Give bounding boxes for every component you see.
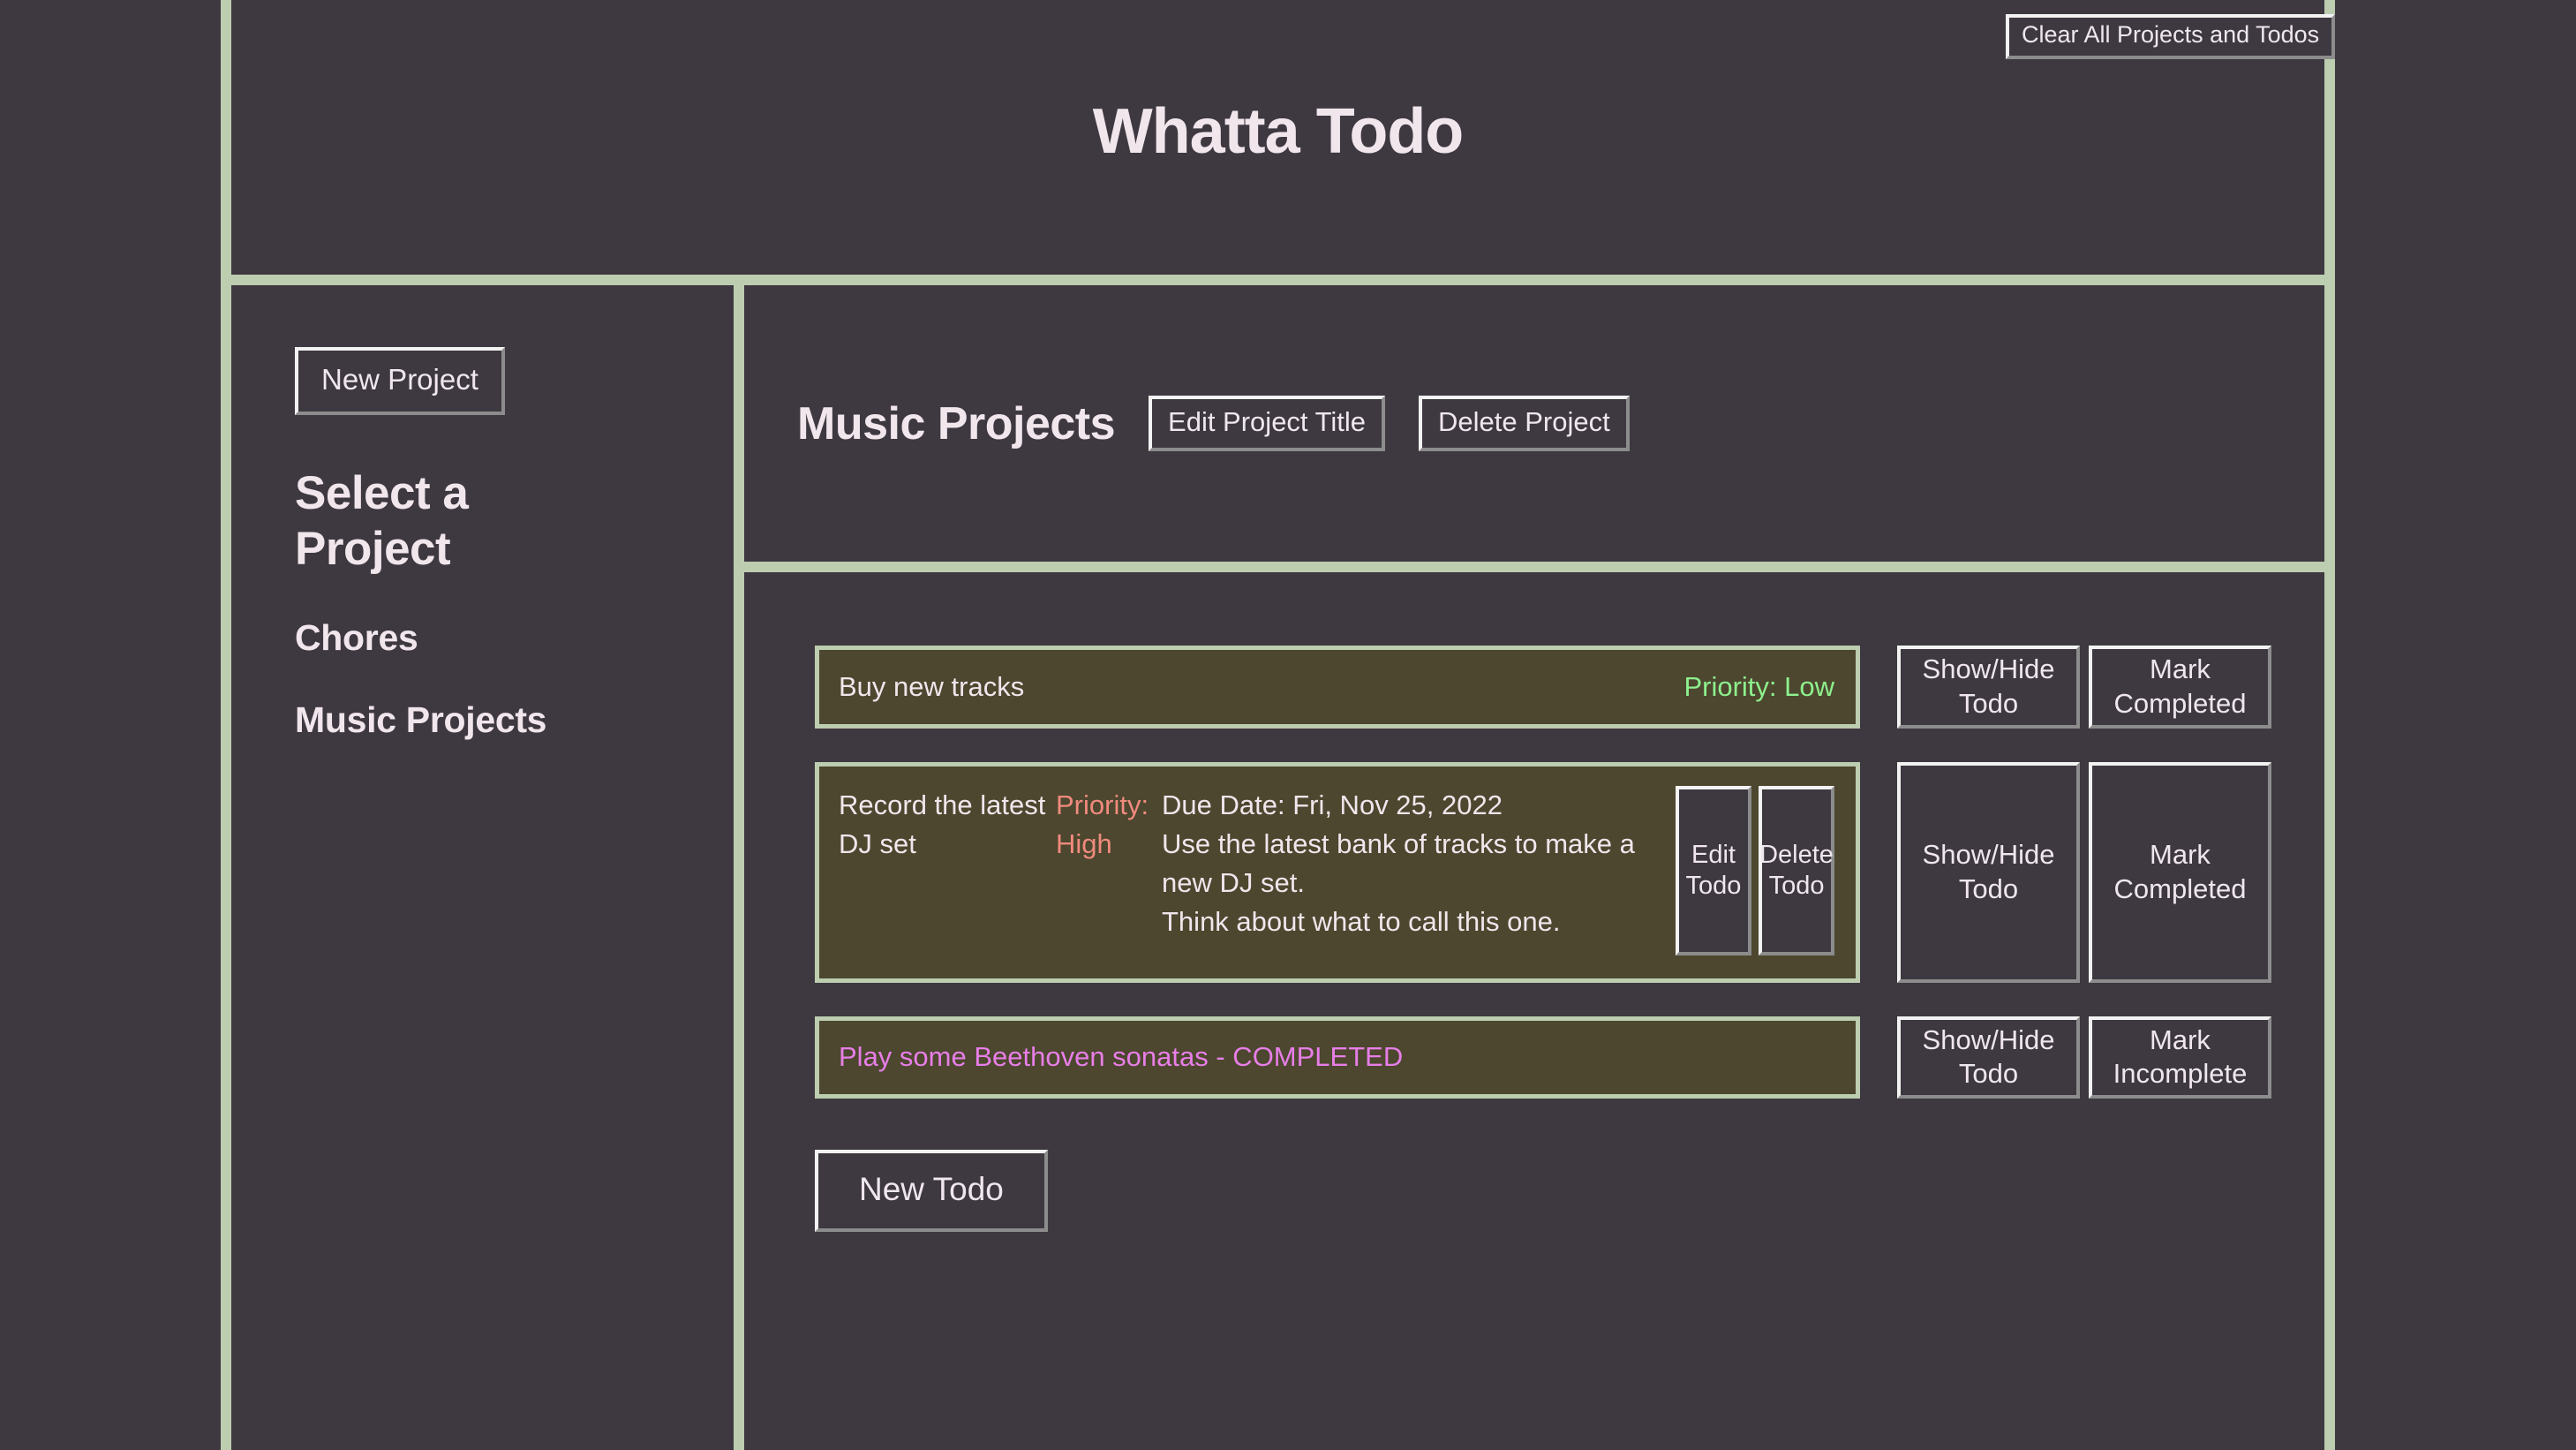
new-todo-button[interactable]: New Todo [815,1150,1048,1232]
todo-title: Buy new tracks [839,670,1025,702]
todo-item-play-some-beethoven-sonatas[interactable]: Play some Beethoven sonatas - COMPLETED [815,1016,1860,1099]
todo-row: Buy new tracks Priority: Low Show/Hide T… [815,646,2271,729]
app-root: Whatta Todo Clear All Projects and Todos… [0,0,2576,1450]
show-hide-todo-button[interactable]: Show/Hide Todo [1897,761,2080,983]
show-hide-todo-button[interactable]: Show/Hide Todo [1897,646,2080,729]
todo-priority-badge: Priority: High [1056,789,1149,859]
sidebar-item-chores[interactable]: Chores [295,617,418,659]
delete-todo-button[interactable]: Delete Todo [1759,785,1834,955]
mark-completed-button[interactable]: Mark Completed [2089,646,2271,729]
todo-description-line-1: Use the latest bank of tracks to make a … [1162,827,1635,898]
todo-title: Play some Beethoven sonatas - COMPLETED [839,1041,1404,1073]
todo-row-actions: Show/Hide Todo Mark Completed [1897,761,2271,983]
show-hide-todo-button[interactable]: Show/Hide Todo [1897,1016,2080,1099]
project-title: Music Projects [797,397,1116,449]
edit-todo-button[interactable]: Edit Todo [1676,785,1751,955]
delete-project-button[interactable]: Delete Project [1419,396,1630,451]
select-a-project-heading: Select a Project [295,467,469,575]
todo-item-record-the-latest-dj-set[interactable]: Record the latest DJ set Priority: High … [815,761,1860,983]
sidebar-item-music-projects[interactable]: Music Projects [295,699,546,741]
mark-completed-button[interactable]: Mark Completed [2089,761,2271,983]
new-project-button[interactable]: New Project [295,347,505,415]
sidebar: New Project Select a Project Chores Musi… [221,285,744,1450]
todo-title: Record the latest DJ set [839,789,1046,859]
todo-row-actions: Show/Hide Todo Mark Completed [1897,646,2271,729]
clear-all-projects-and-todos-button[interactable]: Clear All Projects and Todos [2006,14,2336,59]
todo-inline-actions: Edit Todo Delete Todo [1676,785,1834,955]
project-header-panel: Music Projects Edit Project Title Delete… [744,285,2335,572]
todo-description-line-2: Think about what to call this one. [1162,905,1561,937]
todo-row-actions: Show/Hide Todo Mark Incomplete [1897,1016,2271,1099]
todo-priority-badge: Priority: Low [1683,670,1834,702]
page-title: Whatta Todo [1092,96,1465,167]
todo-row: Record the latest DJ set Priority: High … [815,761,2271,983]
todo-due-date: Due Date: Fri, Nov 25, 2022 [1162,789,1503,820]
todo-item-buy-new-tracks[interactable]: Buy new tracks Priority: Low [815,646,1860,729]
edit-project-title-button[interactable]: Edit Project Title [1149,396,1386,451]
todo-row: Play some Beethoven sonatas - COMPLETED … [815,1016,2271,1099]
mark-incomplete-button[interactable]: Mark Incomplete [2089,1016,2271,1099]
todos-panel: Buy new tracks Priority: Low Show/Hide T… [744,572,2335,1450]
todo-details: Due Date: Fri, Nov 25, 2022 Use the late… [1162,786,1676,941]
